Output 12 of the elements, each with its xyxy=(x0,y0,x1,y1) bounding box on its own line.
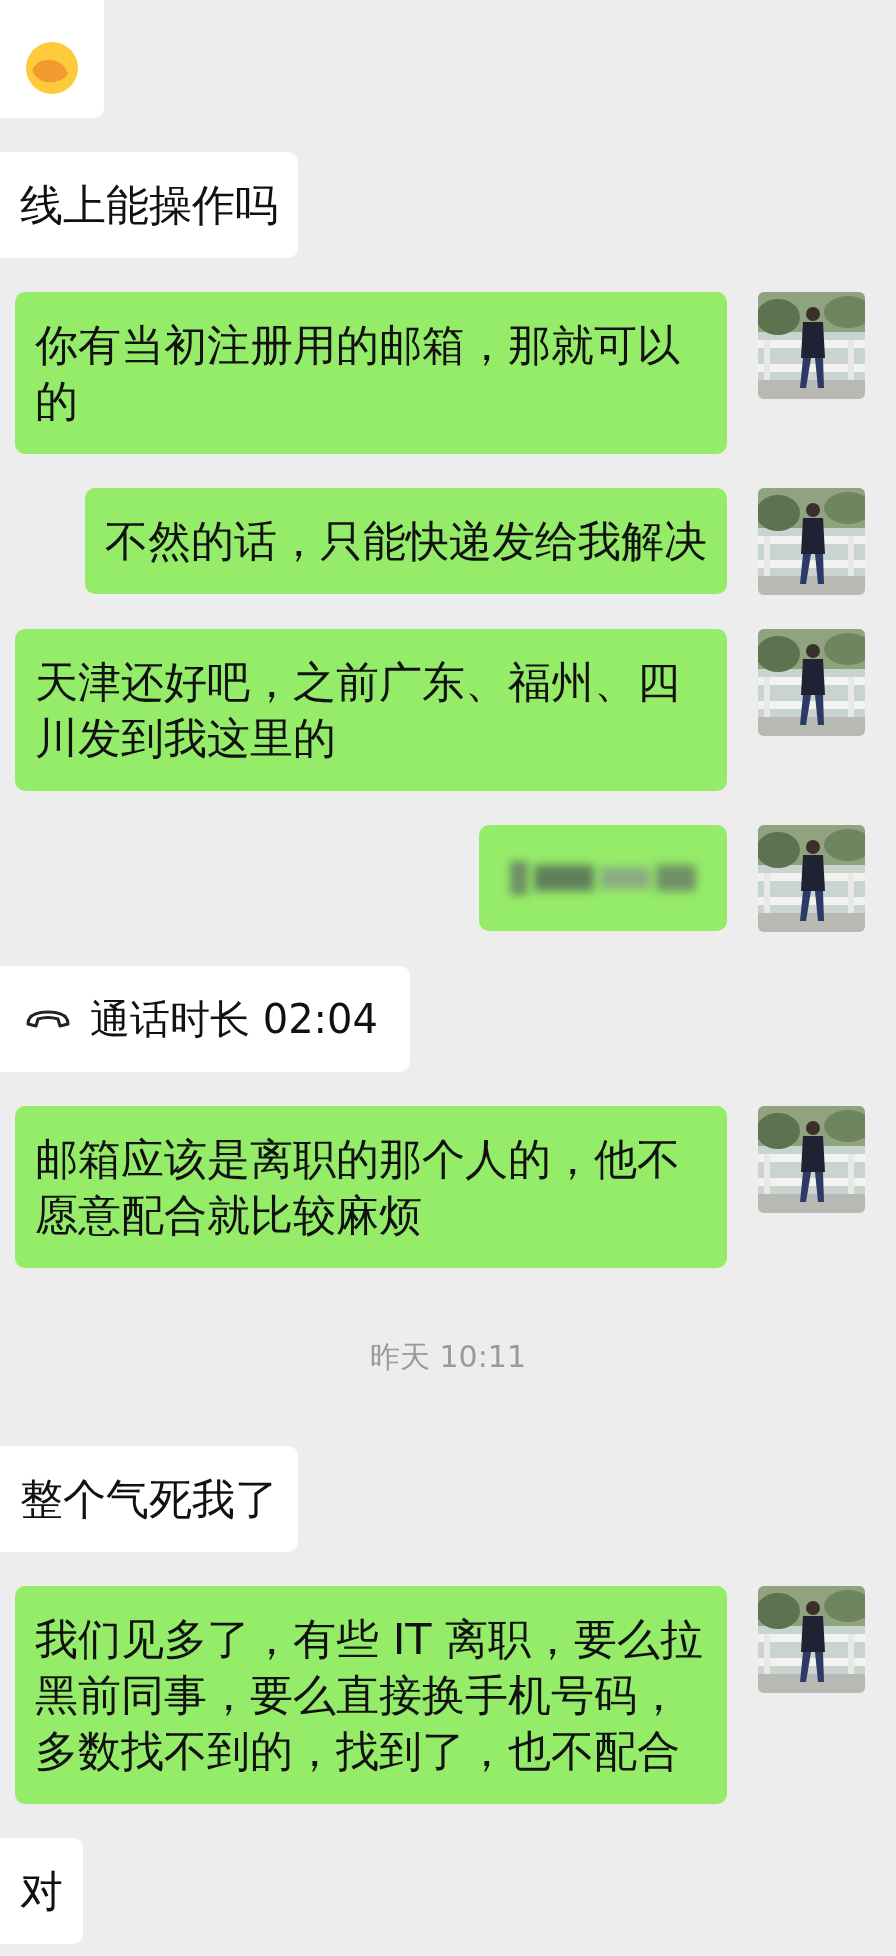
message-bubble: 对 xyxy=(0,1838,83,1944)
message-bubble: 我们见多了，有些 IT 离职，要么拉黑前同事，要么直接换手机号码，多数找不到的，找到了，也不配合 xyxy=(15,1586,727,1804)
call-record-bubble[interactable]: 通话时长 02:04 xyxy=(0,966,410,1072)
message-bubble: 线上能操作吗 xyxy=(0,152,298,258)
message-bubble: 整个气死我了 xyxy=(0,1446,298,1552)
timestamp: 昨天 10:11 xyxy=(370,1342,526,1372)
call-duration: 通话时长 02:04 xyxy=(90,995,378,1044)
message-bubble: 天津还好吧，之前广东、福州、四川发到我这里的 xyxy=(15,629,727,791)
message-bubble: 不然的话，只能快递发给我解决 xyxy=(85,488,727,594)
phone-hangup-icon xyxy=(24,1008,72,1030)
message-bubble: 邮箱应该是离职的那个人的，他不愿意配合就比较麻烦 xyxy=(15,1106,727,1268)
message-bubble: 你有当初注册用的邮箱，那就可以的 xyxy=(15,292,727,454)
